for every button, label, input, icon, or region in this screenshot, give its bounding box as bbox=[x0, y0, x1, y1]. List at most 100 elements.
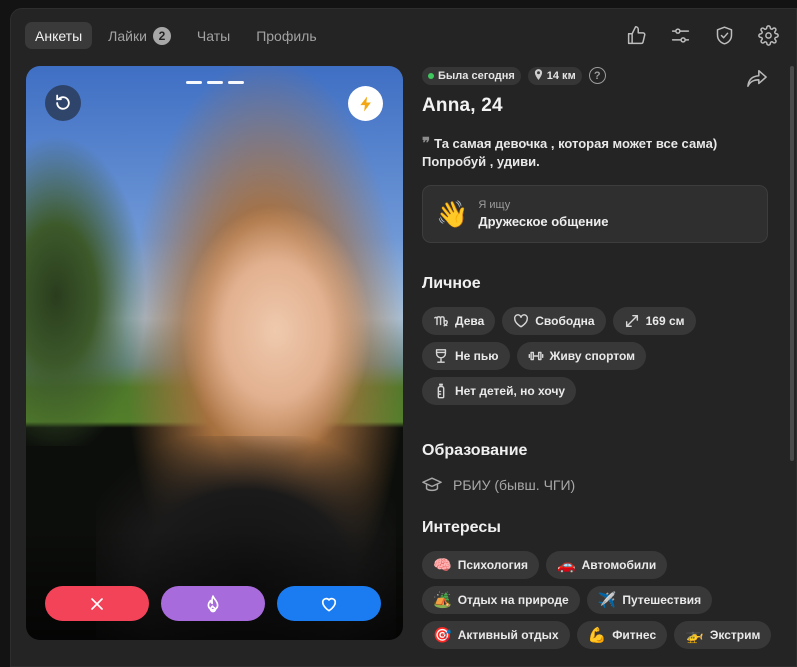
boost-button[interactable] bbox=[348, 86, 383, 121]
swipe-actions bbox=[45, 586, 381, 621]
photo-page-indicator[interactable] bbox=[228, 81, 244, 84]
height-arrows-icon bbox=[625, 314, 638, 328]
seeking-value: Дружеское общение bbox=[478, 214, 609, 229]
personal-chip-zodiac: Дева bbox=[422, 307, 496, 335]
interest-chip-label: Активный отдых bbox=[457, 628, 559, 642]
personal-chip-alcohol: Не пью bbox=[422, 342, 510, 370]
education-section-title: Образование bbox=[422, 442, 528, 459]
education-value: РБИУ (бывш. ЧГИ) bbox=[453, 477, 576, 493]
undo-button[interactable] bbox=[45, 85, 81, 121]
profile-photo[interactable] bbox=[26, 66, 403, 640]
distance-badge: 14 км bbox=[527, 66, 582, 85]
main-nav: Анкеты Лайки 2 Чаты Профиль bbox=[25, 22, 327, 49]
car-icon: 🚗 bbox=[556, 556, 576, 574]
wave-icon: 👋 bbox=[436, 199, 469, 229]
interest-chip-active-rest: 🎯 Активный отдых bbox=[422, 621, 570, 649]
personal-section-title: Личное bbox=[422, 275, 481, 292]
lightning-icon bbox=[359, 96, 371, 111]
toolbar-icons bbox=[624, 23, 780, 47]
superlike-button[interactable] bbox=[161, 586, 265, 621]
personal-chip-children: Нет детей, но хочу bbox=[422, 377, 577, 405]
education-row: РБИУ (бывш. ЧГИ) bbox=[422, 476, 772, 494]
profile-details: Была сегодня 14 км ? Anna, 24 ❞ Та самая … bbox=[422, 66, 772, 666]
sliders-icon[interactable] bbox=[668, 23, 692, 47]
helicopter-icon: 🚁 bbox=[685, 626, 704, 644]
online-status-badge: Была сегодня bbox=[422, 66, 521, 85]
profile-name: Anna, 24 bbox=[422, 95, 503, 116]
location-pin-icon bbox=[534, 68, 543, 83]
interest-chip-cars: 🚗 Автомобили bbox=[545, 551, 668, 579]
details-scrollbar[interactable] bbox=[790, 66, 794, 666]
profile-bio-text: Та самая девочка , которая может все сам… bbox=[422, 136, 718, 169]
photo-bottom-fade bbox=[26, 530, 403, 640]
interest-chip-psychology: 🧠 Психология bbox=[422, 551, 539, 579]
interest-chip-nature: 🏕️ Отдых на природе bbox=[422, 586, 580, 614]
scrollbar-thumb[interactable] bbox=[790, 66, 794, 461]
interest-chip-label: Экстрим bbox=[709, 628, 761, 642]
personal-chip-relationship: Свободна bbox=[502, 307, 606, 335]
gear-icon[interactable] bbox=[756, 23, 780, 47]
app-window: Анкеты Лайки 2 Чаты Профиль Была сегодня… bbox=[10, 8, 797, 667]
personal-chip-label: Свободна bbox=[535, 314, 595, 328]
heart-icon bbox=[321, 597, 337, 611]
baby-bottle-icon bbox=[437, 383, 445, 399]
camping-icon: 🏕️ bbox=[433, 591, 452, 609]
quote-icon: ❞ bbox=[422, 134, 431, 152]
airplane-icon: ✈️ bbox=[597, 591, 617, 609]
interest-chip-extreme: 🚁 Экстрим bbox=[674, 621, 772, 649]
meta-row: Была сегодня 14 км ? bbox=[422, 66, 772, 85]
tab-ankety-label: Анкеты bbox=[35, 27, 83, 44]
like-button[interactable] bbox=[277, 586, 381, 621]
target-icon: 🎯 bbox=[433, 626, 452, 644]
personal-chip-label: Нет детей, но хочу bbox=[455, 384, 566, 398]
online-status-text: Была сегодня bbox=[438, 69, 515, 82]
personal-chip-sport: Живу спортом bbox=[516, 342, 647, 370]
personal-chip-label: Не пью bbox=[455, 349, 499, 363]
tab-chats[interactable]: Чаты bbox=[187, 22, 240, 49]
biceps-icon: 💪 bbox=[587, 626, 607, 644]
shield-check-icon[interactable] bbox=[712, 23, 736, 47]
virgo-icon bbox=[434, 316, 448, 327]
undo-icon bbox=[56, 94, 70, 110]
tab-likes-label: Лайки bbox=[108, 27, 147, 44]
photo-page-indicator[interactable] bbox=[207, 81, 223, 84]
brain-icon: 🧠 bbox=[433, 556, 452, 574]
interest-chip-label: Психология bbox=[457, 558, 528, 572]
seeking-label: Я ищу bbox=[478, 199, 511, 211]
interest-chips: 🧠 Психология 🚗 Автомобили 🏕️ Отдых на пр… bbox=[422, 551, 772, 649]
interest-chip-fitness: 💪 Фитнес bbox=[576, 621, 668, 649]
interests-section-title: Интересы bbox=[422, 519, 501, 536]
online-dot-icon bbox=[428, 72, 434, 79]
photo-page-indicator[interactable] bbox=[186, 81, 202, 84]
wine-glass-icon bbox=[435, 349, 447, 363]
distance-text: 14 км bbox=[546, 69, 576, 82]
personal-chip-label: Дева bbox=[455, 314, 485, 328]
seeking-card: 👋 Я ищу Дружеское общение bbox=[422, 185, 768, 243]
graduation-cap-icon bbox=[422, 477, 442, 492]
interest-chip-label: Фитнес bbox=[612, 628, 657, 642]
interest-chip-label: Путешествия bbox=[622, 593, 702, 607]
dislike-button[interactable] bbox=[45, 586, 149, 621]
interest-chip-label: Отдых на природе bbox=[457, 593, 569, 607]
profile-bio: ❞ Та самая девочка , которая может все са… bbox=[422, 134, 772, 171]
dumbbell-icon bbox=[528, 351, 543, 361]
personal-chip-label: Живу спортом bbox=[549, 349, 636, 363]
personal-chips: Дева Свободна 169 см Не пью Живу спортом… bbox=[422, 307, 772, 405]
tab-chats-label: Чаты bbox=[196, 27, 231, 44]
photo-pagination bbox=[186, 81, 244, 84]
tab-profile-label: Профиль bbox=[256, 27, 317, 44]
thumbs-up-icon[interactable] bbox=[624, 23, 648, 47]
tab-likes[interactable]: Лайки 2 bbox=[98, 22, 181, 49]
likes-count-badge: 2 bbox=[152, 26, 171, 45]
interest-chip-label: Автомобили bbox=[581, 558, 657, 572]
tab-profile[interactable]: Профиль bbox=[246, 22, 326, 49]
interest-chip-travel: ✈️ Путешествия bbox=[586, 586, 713, 614]
flame-icon bbox=[207, 594, 219, 612]
close-icon bbox=[91, 597, 103, 610]
heart-outline-icon bbox=[514, 314, 529, 328]
tab-ankety[interactable]: Анкеты bbox=[25, 22, 93, 49]
share-icon[interactable] bbox=[746, 68, 770, 90]
help-icon[interactable]: ? bbox=[588, 67, 606, 84]
personal-chip-label: 169 см bbox=[645, 314, 685, 328]
photo-background-trees bbox=[26, 126, 146, 446]
